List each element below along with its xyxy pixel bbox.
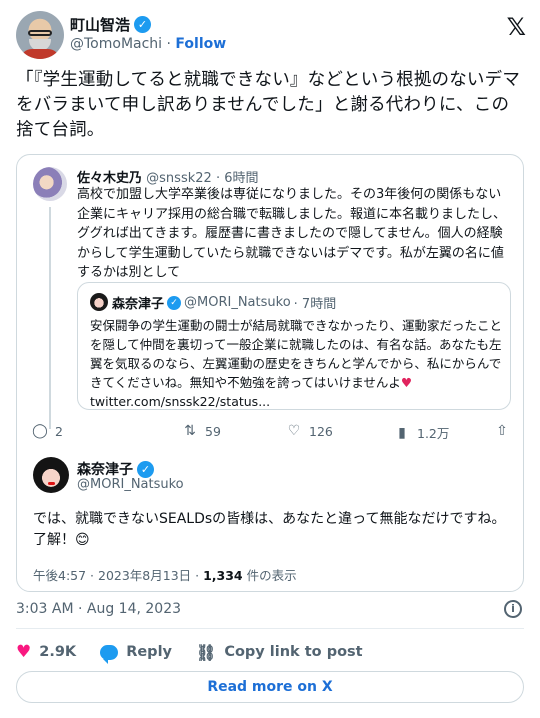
inner-text-block: 安保闘争の学生運動の闘士が結局就職できなかったり、運動家だったことを隠して仲間を… — [90, 316, 502, 411]
inner-text: 安保闘争の学生運動の闘士が結局就職できなかったり、運動家だったことを隠して仲間を… — [90, 318, 503, 390]
mori-views-count: 1,334 — [203, 568, 243, 583]
divider — [16, 628, 524, 629]
tweet-header: 町山智浩 ✓ @TomoMachi · Follow 𝕏 — [16, 11, 526, 61]
mori-text: では、就職できないSEALDsの皆様は、あなたと違って無能なだけですね。了解！ — [33, 511, 506, 548]
mori-name[interactable]: 森奈津子 — [77, 459, 133, 479]
share-action[interactable]: ⇧ — [493, 423, 511, 439]
tweet-timestamp[interactable]: 3:03 AM · Aug 14, 2023 — [16, 601, 181, 617]
author-handle-line: @TomoMachi · Follow — [70, 36, 226, 52]
copy-link-button[interactable]: ⛓ Copy link to post — [196, 643, 363, 662]
author-name-line: 町山智浩 ✓ — [70, 14, 152, 35]
verified-badge-icon: ✓ — [134, 16, 152, 33]
x-logo-icon[interactable]: 𝕏 — [507, 13, 526, 41]
tweet-text: 「『学生運動してると就職できない』などという根拠のないデマをバラまいて申し訳あり… — [16, 70, 521, 140]
inner-author-avatar — [90, 293, 108, 311]
inner-quoted-tweet[interactable]: 森奈津子 ✓ @MORI_Natsuko · 7時間 安保闘争の学生運動の闘士が… — [77, 282, 511, 410]
mori-text-block: では、就職できないSEALDsの皆様は、あなたと違って無能なだけですね。了解！😊 — [33, 509, 509, 551]
bar-chart-icon: ▮ — [398, 424, 406, 441]
tweet-actions-bar: ♥ 2.9K Reply ⛓ Copy link to post — [16, 640, 524, 664]
reply-label: Reply — [126, 644, 172, 660]
reply-author-avatar[interactable] — [33, 167, 67, 201]
like-button[interactable]: ♥ 2.9K — [16, 642, 76, 662]
separator: · — [166, 36, 171, 52]
reply-time: · 6時間 — [215, 171, 259, 186]
reply-count: 2 — [55, 423, 63, 439]
inner-header: 森奈津子 ✓ @MORI_Natsuko · 7時間 — [112, 293, 336, 312]
follow-button[interactable]: Follow — [175, 36, 226, 52]
like-count: 2.9K — [39, 644, 77, 660]
reply-action[interactable]: ◯ 2 — [31, 423, 63, 439]
views-count: 1.2万 — [417, 426, 450, 441]
mori-views-label: 件の表示 — [242, 568, 297, 583]
like-action[interactable]: ♡ 126 — [285, 423, 333, 439]
author-name[interactable]: 町山智浩 — [70, 14, 130, 35]
verified-badge-icon: ✓ — [137, 460, 154, 478]
inner-author-name: 森奈津子 — [112, 297, 165, 312]
mori-name-line: 森奈津子 ✓ — [77, 459, 154, 479]
reply-text: 高校で加盟し大学卒業後は専従になりました。その3年後何の関係もない企業にキャリア… — [77, 187, 507, 280]
reply-bubble-icon — [100, 644, 119, 664]
link-icon: ⛓ — [196, 642, 217, 662]
reply-author-handle[interactable]: @snssk22 — [146, 171, 212, 186]
verified-badge-icon: ✓ — [167, 295, 182, 310]
red-heart-icon: ♥ — [400, 375, 413, 390]
copy-link-label: Copy link to post — [224, 644, 363, 660]
quoted-actions-bar: ◯ 2 ⇅ 59 ♡ 126 ▮ 1.2万 ⇧ — [31, 423, 511, 443]
views-action[interactable]: ▮ 1.2万 — [393, 423, 449, 442]
read-more-button[interactable]: Read more on X — [16, 671, 524, 703]
smiling-face-icon: 😊 — [75, 532, 90, 548]
quoted-tweet-card[interactable]: 佐々木史乃 @snssk22 · 6時間 高校で加盟し大学卒業後は専従になりまし… — [16, 154, 524, 592]
like-count: 126 — [309, 423, 333, 439]
inner-author-handle: @MORI_Natsuko — [184, 295, 291, 310]
heart-outline-icon: ♡ — [287, 423, 301, 439]
inner-link[interactable]: twitter.com/snssk22/status... — [90, 394, 270, 409]
retweet-count: 59 — [205, 423, 221, 439]
reply-author-name[interactable]: 佐々木史乃 — [77, 171, 142, 186]
mori-avatar[interactable] — [33, 457, 69, 493]
heart-icon: ♥ — [16, 642, 32, 662]
reply-header: 佐々木史乃 @snssk22 · 6時間 — [77, 167, 258, 186]
share-icon: ⇧ — [496, 423, 508, 439]
author-avatar[interactable] — [16, 11, 64, 59]
inner-time: · 7時間 — [293, 297, 337, 312]
reply-icon: ◯ — [32, 423, 48, 439]
retweet-action[interactable]: ⇅ 59 — [181, 423, 221, 439]
info-icon[interactable]: i — [504, 600, 522, 618]
reply-button[interactable]: Reply — [100, 644, 172, 664]
author-handle[interactable]: @TomoMachi — [70, 36, 162, 52]
retweet-icon: ⇅ — [184, 423, 196, 439]
thread-line — [49, 207, 51, 429]
mori-timestamp-line: 午後4:57 · 2023年8月13日 · 1,334 件の表示 — [33, 565, 297, 584]
mori-timestamp[interactable]: 午後4:57 · 2023年8月13日 · — [33, 568, 203, 583]
mori-handle[interactable]: @MORI_Natsuko — [77, 477, 184, 492]
